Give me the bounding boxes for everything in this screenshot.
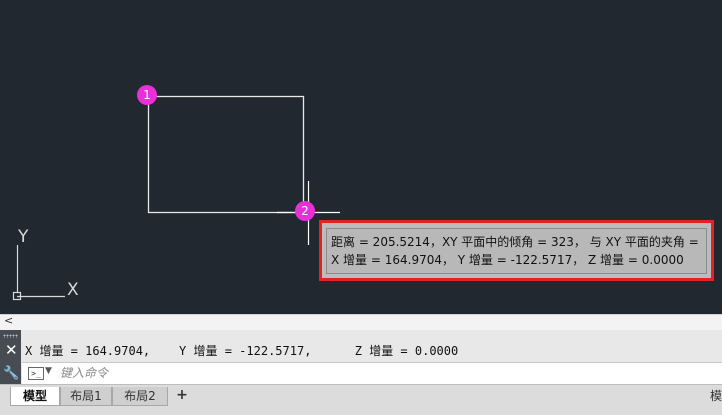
tooltip-panel: 距离 = 205.5214，XY 平面中的倾角 = 323， 与 XY 平面的夹… [326,228,707,274]
add-layout-button[interactable]: + [172,387,192,403]
command-prompt-icon[interactable]: >_ [28,367,44,380]
command-input[interactable] [60,364,700,382]
tab-model[interactable]: 模型 [10,387,60,406]
layout-tabs-bar: 模型 布局1 布局2 + 模 [0,384,722,415]
point-marker-1: 1 [137,85,157,105]
tooltip-line-delta: X 增量 = 164.9704， Y 增量 = -122.5717， Z 增量 … [331,253,684,267]
drag-grip-icon[interactable] [3,334,18,338]
ucs-y-label: Y [17,227,29,247]
scroll-left-icon[interactable]: < [4,314,13,327]
chevron-down-icon[interactable]: ▼ [45,366,52,376]
command-history-line: X 增量 = 164.9704, Y 增量 = -122.5717, Z 增量 … [25,344,459,358]
ucs-icon [12,245,65,301]
command-input-row: >_ ▼ [22,362,722,384]
close-icon[interactable]: ✕ [5,342,18,358]
tab-layout1[interactable]: 布局1 [60,387,112,406]
command-line-handle[interactable]: ✕ 🔧 [0,330,21,384]
point-marker-2: 2 [295,201,315,221]
measure-tooltip: 距离 = 205.5214，XY 平面中的倾角 = 323， 与 XY 平面的夹… [319,220,714,281]
horizontal-scroll-strip[interactable]: < [0,314,722,331]
model-status-label[interactable]: 模 [710,387,722,405]
drawn-rectangle[interactable] [147,95,305,214]
drawing-viewport[interactable]: Y X 1 2 距离 = 205.5214，XY 平面中的倾角 = 323， 与… [0,0,722,314]
command-line-panel: ✕ 🔧 X 增量 = 164.9704, Y 增量 = -122.5717, Z… [0,330,722,384]
wrench-icon[interactable]: 🔧 [3,366,19,381]
tab-layout2[interactable]: 布局2 [112,387,168,406]
tooltip-line-distance: 距离 = 205.5214，XY 平面中的倾角 = 323， 与 XY 平面的夹… [331,235,702,249]
ucs-x-label: X [67,280,79,300]
